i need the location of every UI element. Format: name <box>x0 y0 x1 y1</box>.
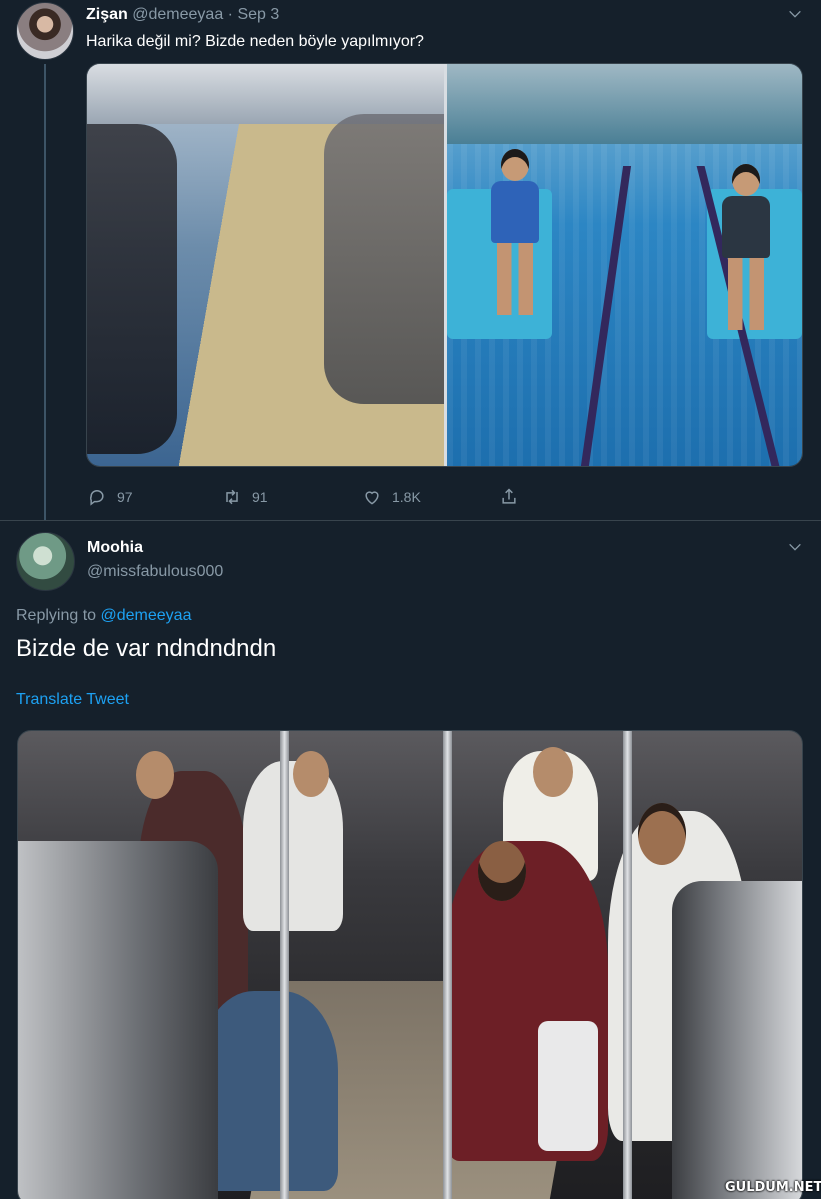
user-handle[interactable]: @demeeyaa <box>132 6 223 23</box>
photo-bag <box>538 1021 598 1151</box>
retweet-icon <box>226 489 238 505</box>
photo-passengers-right <box>324 114 444 404</box>
display-name[interactable]: Zişan <box>86 6 128 23</box>
tweet-media[interactable] <box>17 730 803 1199</box>
photo-door-right <box>672 881 802 1199</box>
retweet-button[interactable]: 91 <box>222 487 268 507</box>
photo-passengers-left <box>87 124 177 454</box>
reply-button[interactable]: 97 <box>87 487 133 507</box>
watermark: GULDUM.NET <box>725 1180 821 1195</box>
photo-pole <box>280 731 289 1199</box>
like-icon <box>365 491 379 505</box>
thread-line <box>44 64 46 520</box>
reply-count: 97 <box>117 489 133 505</box>
photo-child <box>487 149 541 319</box>
replying-to: Replying to @demeeyaa <box>16 607 191 625</box>
tweet-reply[interactable]: Moohia @missfabulous000 Replying to @dem… <box>0 521 821 1199</box>
mention-link[interactable]: @demeeyaa <box>101 607 192 624</box>
display-name[interactable]: Moohia <box>87 539 143 557</box>
avatar[interactable] <box>16 2 74 60</box>
replying-label: Replying to <box>16 607 97 624</box>
share-button[interactable] <box>499 487 519 507</box>
photo-pole <box>443 731 452 1199</box>
photo-head <box>293 751 329 797</box>
media-photo-beach-floor <box>87 64 444 466</box>
media-photo-pool-floor <box>447 64 802 466</box>
photo-head <box>136 751 174 799</box>
photo-lane-line <box>580 166 632 466</box>
like-button[interactable]: 1.8K <box>362 487 421 507</box>
like-count: 1.8K <box>392 489 421 505</box>
translate-tweet-link[interactable]: Translate Tweet <box>16 691 129 709</box>
photo-head <box>533 747 573 797</box>
chevron-down-icon[interactable] <box>787 539 803 555</box>
photo-pole <box>623 731 632 1199</box>
user-handle[interactable]: @missfabulous000 <box>87 563 223 581</box>
retweet-count: 91 <box>252 489 268 505</box>
tweet-media[interactable] <box>86 63 803 467</box>
tweet-text: Harika değil mi? Bizde neden böyle yapıl… <box>86 33 424 50</box>
chevron-down-icon[interactable] <box>787 6 803 22</box>
reply-icon <box>90 489 104 506</box>
avatar[interactable] <box>16 532 75 591</box>
photo-passenger <box>243 761 343 931</box>
photo-head <box>638 803 686 865</box>
photo-door-left <box>18 841 218 1199</box>
tweet-header: Zişan @demeeyaa · Sep 3 <box>86 5 279 25</box>
tweet-original[interactable]: Zişan @demeeyaa · Sep 3 Harika değil mi?… <box>0 0 821 520</box>
separator: · <box>227 6 233 23</box>
photo-passenger <box>198 991 338 1191</box>
photo-head <box>478 841 526 901</box>
photo-ceiling <box>447 64 802 144</box>
tweet-date[interactable]: Sep 3 <box>237 6 279 23</box>
tweet-text: Bizde de var ndndndndn <box>16 635 277 662</box>
share-icon <box>502 488 516 504</box>
photo-child <box>718 164 772 334</box>
